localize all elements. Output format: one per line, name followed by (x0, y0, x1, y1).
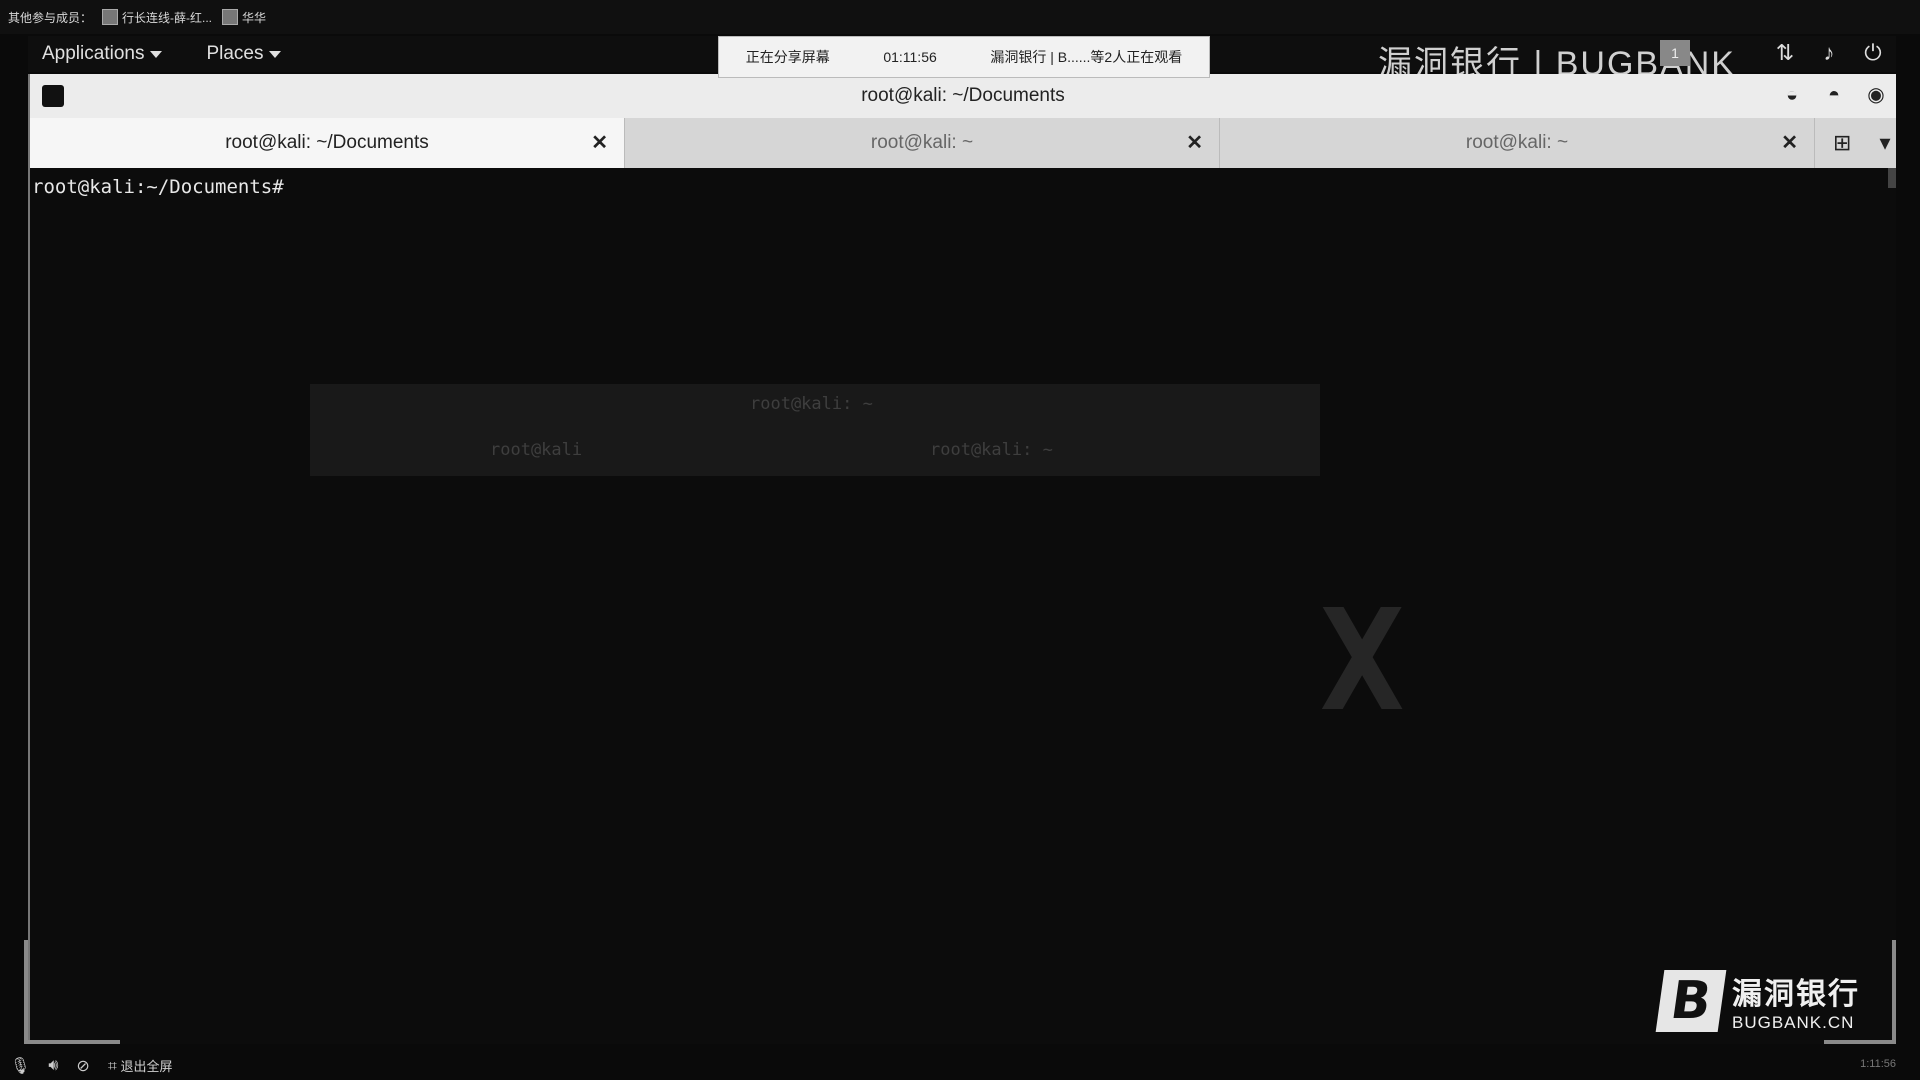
scrollbar[interactable] (1888, 168, 1896, 188)
bugbank-watermark: B 漏洞银行 BUGBANK.CN (1655, 966, 1892, 1036)
members-label: 其他参与成员： (8, 10, 93, 25)
volume-icon[interactable]: ♪ (1814, 38, 1844, 68)
workspace-indicator[interactable]: 1 (1660, 40, 1690, 66)
screen: 其他参与成员： 行长连线-薛-红... 华华 Applications Plac… (0, 0, 1920, 1080)
terminal-titlebar[interactable]: root@kali: ~/Documents ◒ ◓ ◉ (30, 74, 1896, 118)
share-status: 正在分享屏幕 (745, 49, 830, 65)
tab-label: root@kali: ~ (1465, 132, 1569, 153)
meeting-bottom-bar: 🎙︎ 🔊︎ ⊘ ⌗ 退出全屏 (0, 1052, 1920, 1080)
ghost-logo-artifact: X (1320, 580, 1405, 743)
panel-status-icons: ⇅ ♪ ⏻ (1770, 38, 1888, 68)
applications-label: Applications (42, 43, 145, 64)
chevron-down-icon (269, 50, 282, 58)
terminal-body[interactable]: root@kali:~/Documents# root@kali: ~ root… (30, 168, 1890, 1044)
new-tab-icon[interactable]: ⊞ (1833, 130, 1851, 156)
close-window-icon[interactable]: ◉ (1862, 81, 1890, 109)
bugbank-logo-icon: B (1655, 970, 1727, 1032)
participant-item[interactable]: 华华 (222, 9, 266, 26)
ghost-window-artifact: root@kali: ~ root@kali root@kali: ~ (310, 384, 1320, 476)
terminal-tab[interactable]: root@kali: ~ ✕ (1220, 118, 1815, 168)
bottom-time: 1:11:56 (1860, 1058, 1896, 1070)
tab-label: root@kali: ~/Documents (225, 132, 429, 153)
mic-icon[interactable]: 🎙︎ (10, 1056, 30, 1076)
places-label: Places (206, 43, 264, 64)
terminal-tabbar: root@kali: ~/Documents ✕ root@kali: ~ ✕ … (30, 118, 1896, 168)
ghost-tab: root@kali (490, 440, 583, 460)
screen-share-notice: 正在分享屏幕 01:11:56 漏洞银行 | B......等2人正在观看 (718, 36, 1210, 78)
logo-en: BUGBANK.CN (1732, 1013, 1855, 1032)
participant-avatar (222, 9, 239, 25)
window-controls: ◒ ◓ ◉ (1778, 81, 1890, 109)
tab-actions: ⊞ ▾ (1815, 118, 1890, 168)
terminal-tab[interactable]: root@kali: ~ ✕ (625, 118, 1220, 168)
tab-menu-icon[interactable]: ▾ (1879, 130, 1890, 156)
terminal-icon (42, 85, 64, 107)
minimize-icon[interactable]: ◒ (1778, 81, 1806, 109)
exit-fullscreen-button[interactable]: ⌗ 退出全屏 (108, 1056, 173, 1076)
chevron-down-icon (150, 50, 163, 58)
fullscreen-exit-icon: ⌗ (107, 1058, 117, 1075)
ghost-title: root@kali: ~ (750, 394, 873, 414)
network-icon[interactable]: ⇅ (1770, 38, 1800, 68)
places-menu[interactable]: Places (206, 43, 282, 65)
participant-name: 华华 (242, 10, 267, 25)
terminal-window: root@kali: ~/Documents ◒ ◓ ◉ root@kali: … (28, 74, 1896, 1044)
participant-avatar (102, 9, 119, 25)
close-tab-icon[interactable]: ✕ (1781, 130, 1798, 155)
meeting-top-bar: 其他参与成员： 行长连线-薛-红... 华华 (0, 0, 1920, 34)
logo-cn: 漏洞银行 (1732, 978, 1860, 1011)
exit-fullscreen-label: 退出全屏 (120, 1059, 173, 1074)
close-tab-icon[interactable]: ✕ (1186, 130, 1203, 155)
shell-prompt: root@kali:~/Documents# (32, 176, 284, 198)
share-viewers: 漏洞银行 | B......等2人正在观看 (990, 49, 1183, 65)
terminal-tab[interactable]: root@kali: ~/Documents ✕ (30, 118, 625, 168)
ghost-tab: root@kali: ~ (930, 440, 1053, 460)
power-icon[interactable]: ⏻ (1858, 38, 1888, 68)
speaker-icon[interactable]: 🔊︎ (48, 1057, 58, 1075)
frame-corner-bottom-left (24, 940, 120, 1044)
share-timer: 01:11:56 (883, 49, 937, 65)
tab-label: root@kali: ~ (870, 132, 974, 153)
applications-menu[interactable]: Applications (42, 43, 163, 65)
maximize-icon[interactable]: ◓ (1820, 81, 1848, 109)
window-title: root@kali: ~/Documents (861, 85, 1065, 106)
participant-name: 行长连线-薛-红... (122, 10, 213, 25)
logo-text: 漏洞银行 BUGBANK.CN (1732, 969, 1860, 1033)
close-tab-icon[interactable]: ✕ (591, 130, 608, 155)
participant-item[interactable]: 行长连线-薛-红... (102, 9, 212, 26)
camera-off-icon[interactable]: ⊘ (76, 1056, 89, 1076)
